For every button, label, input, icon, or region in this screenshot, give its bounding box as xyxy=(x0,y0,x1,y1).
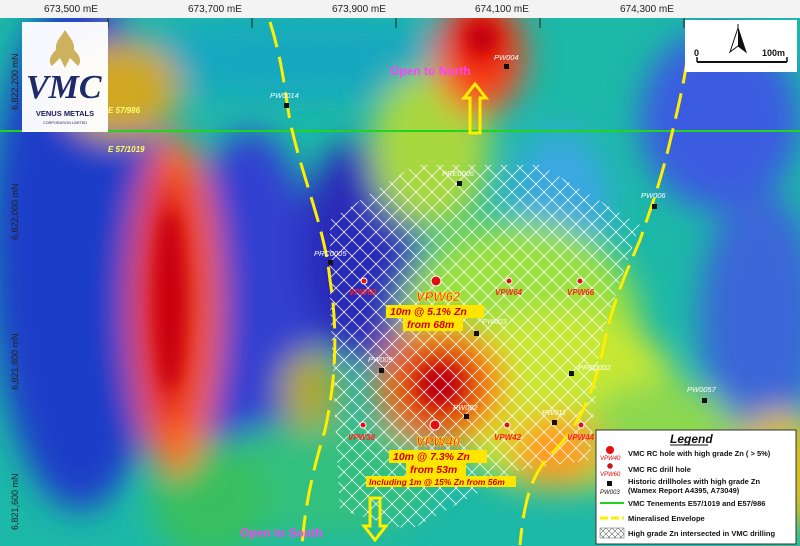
open-north-label: Open to North xyxy=(390,64,471,78)
northing-label: 6,821,800 mN xyxy=(10,333,20,390)
svg-text:VPW40: VPW40 xyxy=(600,456,621,462)
intercept-text: from 53m xyxy=(410,464,457,476)
magnetic-survey-map: 673,500 mE 673,700 mE 673,900 mE 674,100… xyxy=(0,0,800,546)
svg-text:High grade Zn intersected in V: High grade Zn intersected in VMC drillin… xyxy=(628,529,776,538)
svg-text:PRC0002: PRC0002 xyxy=(578,363,611,372)
easting-label: 674,100 mE xyxy=(475,4,529,15)
company-logo: VMC VENUS METALS CORPORATION LIMITED xyxy=(22,22,108,132)
svg-text:PW0014: PW0014 xyxy=(270,91,299,100)
scale-length: 100m xyxy=(762,48,785,58)
svg-text:PRC0005: PRC0005 xyxy=(314,249,347,258)
scale-zero: 0 xyxy=(694,48,699,58)
easting-label: 673,900 mE xyxy=(332,4,386,15)
easting-label: 673,500 mE xyxy=(44,4,98,15)
easting-label: 673,700 mE xyxy=(188,4,242,15)
tenement-label-north: E 57/986 xyxy=(108,106,141,115)
top-coordinate-strip xyxy=(0,0,800,18)
svg-text:VPW40: VPW40 xyxy=(416,434,461,449)
svg-text:VPW44: VPW44 xyxy=(567,433,595,442)
svg-text:VMC RC drill hole: VMC RC drill hole xyxy=(628,465,691,474)
svg-text:VPW60: VPW60 xyxy=(349,288,377,297)
logo-sub: CORPORATION LIMITED xyxy=(43,121,87,125)
svg-text:VMC RC hole with high grade Zn: VMC RC hole with high grade Zn ( > 5%) xyxy=(628,449,771,458)
svg-text:VMC Tenements E57/1019 and E57: VMC Tenements E57/1019 and E57/986 xyxy=(628,499,765,508)
northing-label: 6,822,000 mN xyxy=(10,183,20,240)
svg-text:PW011: PW011 xyxy=(542,408,566,417)
scale-box: 0 100m xyxy=(685,20,797,72)
open-south-label: Open to South xyxy=(240,526,323,540)
svg-text:Mineralised Envelope: Mineralised Envelope xyxy=(628,514,705,523)
intercept-text: from 68m xyxy=(407,319,454,331)
tenement-label-south: E 57/1019 xyxy=(108,145,145,154)
svg-text:VPW62: VPW62 xyxy=(416,289,461,304)
svg-text:VPW42: VPW42 xyxy=(494,433,522,442)
easting-label: 674,300 mE xyxy=(620,4,674,15)
svg-text:PW002: PW002 xyxy=(453,403,478,412)
logo-name: VENUS METALS xyxy=(36,109,94,118)
svg-text:(Wamex Report A4395, A73049): (Wamex Report A4395, A73049) xyxy=(628,486,740,495)
svg-text:PW0057: PW0057 xyxy=(687,385,717,394)
svg-text:PW004: PW004 xyxy=(494,53,519,62)
northing-label: 6,821,600 mN xyxy=(10,473,20,530)
svg-text:Historic drillholes with high: Historic drillholes with high grade Zn xyxy=(628,477,761,486)
svg-text:VPW64: VPW64 xyxy=(495,288,523,297)
svg-text:PW003: PW003 xyxy=(482,317,507,326)
svg-text:VMC: VMC xyxy=(26,69,102,106)
svg-text:PW006: PW006 xyxy=(641,191,666,200)
legend-panel: Legend VPW40 VMC RC hole with high grade… xyxy=(595,429,797,545)
northing-label: 6,822,200 mN xyxy=(10,53,20,110)
svg-text:VPW60: VPW60 xyxy=(600,472,621,478)
svg-text:PW009: PW009 xyxy=(368,355,393,364)
intercept-text: Including 1m @ 15% Zn from 56m xyxy=(369,477,505,487)
intercept-text: 10m @ 5.1% Zn xyxy=(390,306,467,318)
intercept-text: 10m @ 7.3% Zn xyxy=(393,451,470,463)
svg-text:VPW38: VPW38 xyxy=(348,433,376,442)
svg-text:VPW66: VPW66 xyxy=(567,288,595,297)
svg-text:PRE0006: PRE0006 xyxy=(442,169,475,178)
svg-text:PW003: PW003 xyxy=(600,490,620,496)
legend-title: Legend xyxy=(670,432,713,446)
